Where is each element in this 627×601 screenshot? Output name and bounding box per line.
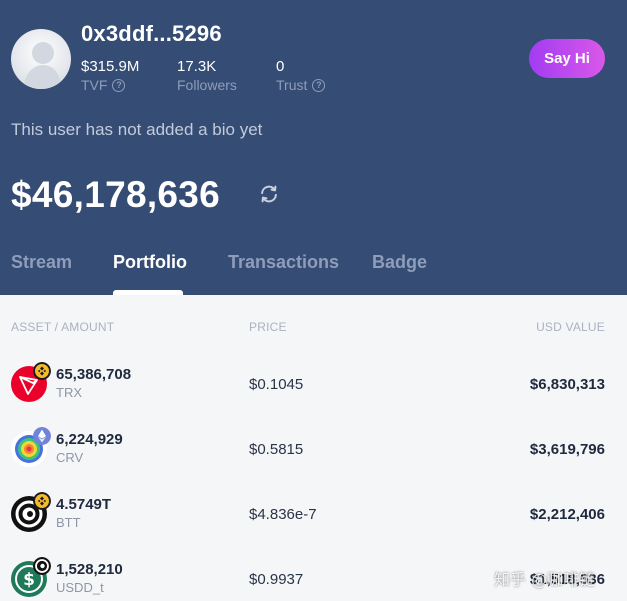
tab-transactions[interactable]: Transactions	[228, 252, 339, 273]
tab-portfolio[interactable]: Portfolio	[113, 252, 187, 273]
asset-price: $4.836e-7	[249, 506, 317, 523]
bnb-badge-icon	[33, 362, 51, 380]
active-tab-indicator	[113, 290, 183, 295]
stat-tvf: $315.9M TVF?	[81, 58, 139, 94]
table-row[interactable]: 6,224,929 CRV $0.5815 $3,619,796	[0, 427, 627, 495]
bnb-badge-icon	[33, 492, 51, 510]
asset-usd-value: $6,830,313	[529, 376, 605, 393]
stat-followers-label: Followers	[177, 77, 237, 93]
stat-tvf-value: $315.9M	[81, 58, 140, 75]
eth-badge-icon	[33, 427, 51, 445]
profile-tabs: Stream Portfolio Transactions Badge	[0, 252, 627, 295]
asset-symbol: CRV	[56, 450, 84, 465]
stat-followers[interactable]: 17.3K Followers	[177, 58, 237, 94]
stat-trust-value: 0	[276, 58, 285, 75]
table-row[interactable]: 4.5749T BTT $4.836e-7 $2,212,406	[0, 492, 627, 560]
asset-amount: 6,224,929	[56, 431, 123, 448]
tab-badge[interactable]: Badge	[372, 252, 427, 273]
stat-tvf-label: TVF	[81, 77, 108, 93]
column-header-asset[interactable]: ASSET / AMOUNT	[11, 320, 114, 334]
asset-price: $0.5815	[249, 441, 304, 458]
asset-price: $0.1045	[249, 376, 304, 393]
asset-usd-value: $3,619,796	[529, 441, 605, 458]
bio-text: This user has not added a bio yet	[11, 120, 263, 139]
svg-text:$: $	[23, 570, 35, 590]
asset-amount: 1,528,210	[56, 561, 123, 578]
help-icon[interactable]: ?	[112, 78, 126, 92]
asset-usd-value: $2,212,406	[529, 506, 605, 523]
avatar[interactable]	[11, 29, 71, 89]
stat-followers-value: 17.3K	[177, 58, 217, 75]
watermark: 知乎 @咖啡链	[494, 570, 596, 589]
asset-symbol: BTT	[56, 515, 81, 530]
total-portfolio-value: $46,178,636	[11, 174, 221, 215]
stat-trust-label: Trust	[276, 77, 308, 93]
tron-badge-icon	[33, 557, 51, 575]
asset-symbol: USDD_t	[56, 580, 104, 595]
asset-amount: 4.5749T	[56, 496, 112, 513]
asset-amount: 65,386,708	[56, 366, 132, 383]
refresh-icon[interactable]	[258, 183, 280, 205]
username: 0x3ddf...5296	[81, 21, 222, 46]
help-icon[interactable]: ?	[312, 78, 326, 92]
stat-trust: 0 Trust?	[276, 58, 326, 94]
say-hi-button[interactable]: Say Hi	[529, 39, 605, 78]
asset-symbol: TRX	[56, 385, 82, 400]
table-row[interactable]: 65,386,708 TRX $0.1045 $6,830,313	[0, 362, 627, 430]
column-header-usd-value[interactable]: USD VALUE	[536, 320, 605, 334]
tab-stream[interactable]: Stream	[11, 252, 72, 273]
asset-price: $0.9937	[249, 571, 304, 588]
column-header-price[interactable]: PRICE	[249, 320, 287, 334]
user-silhouette-icon	[23, 42, 61, 89]
